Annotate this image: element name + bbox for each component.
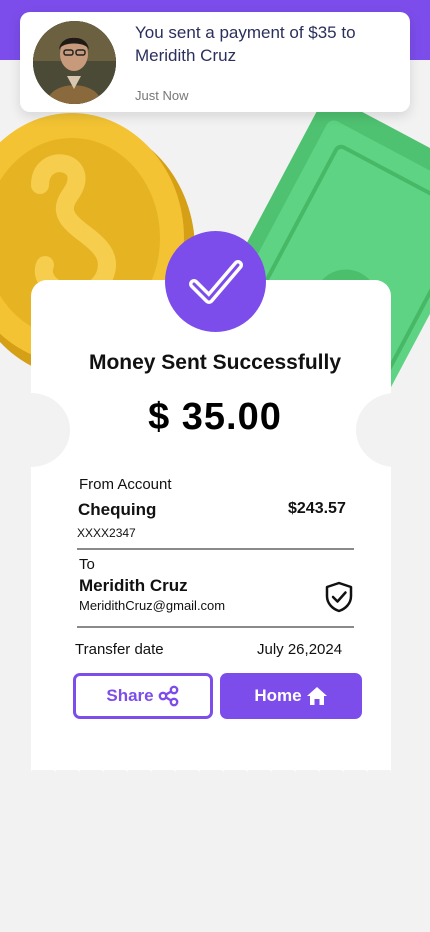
transfer-date-value: July 26,2024 <box>257 641 343 658</box>
page-title: Money Sent Successfully <box>88 351 342 374</box>
home-icon <box>306 687 327 705</box>
recipient-email: MeridithCruz@gmail.com <box>79 598 226 613</box>
recipient-name: Meridith Cruz <box>79 576 188 595</box>
avatar <box>33 21 116 104</box>
home-button-label: Home <box>254 686 302 705</box>
to-label: To <box>79 556 95 573</box>
share-button-label: Share <box>106 686 154 705</box>
transfer-date-label: Transfer date <box>75 641 164 658</box>
from-account-balance: $243.57 <box>288 500 346 517</box>
from-account-label: From Account <box>79 476 172 493</box>
receipt-zigzag-edge <box>31 748 391 772</box>
payment-notification[interactable]: You sent a payment of $35 to Meridith Cr… <box>20 12 410 112</box>
divider <box>77 548 354 550</box>
check-icon <box>188 259 243 304</box>
share-icon <box>158 685 179 707</box>
notification-message: You sent a payment of $35 to Meridith Cr… <box>135 23 356 65</box>
verified-shield-icon <box>325 581 353 613</box>
notification-time: Just Now <box>135 88 189 103</box>
avatar-photo <box>33 21 116 104</box>
success-badge <box>165 231 266 332</box>
share-button[interactable]: Share <box>73 673 213 719</box>
home-button[interactable]: Home <box>220 673 362 719</box>
amount-sent: $ 35.00 <box>148 396 282 438</box>
from-account-number: XXXX2347 <box>77 526 136 540</box>
from-account-name: Chequing <box>78 500 157 519</box>
divider <box>77 626 354 628</box>
